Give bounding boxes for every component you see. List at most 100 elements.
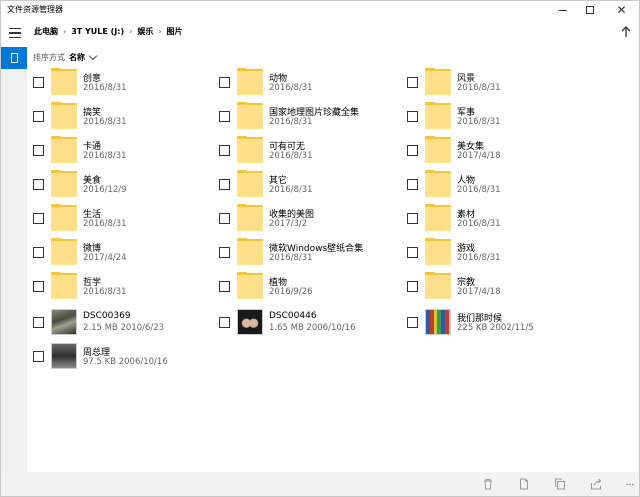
item-meta: 2016/8/31	[83, 83, 127, 93]
image-file-item[interactable]: 我们那时候 225 KB 2002/11/5	[401, 305, 586, 337]
item-checkbox[interactable]	[33, 145, 44, 156]
sort-control[interactable]: 排序方式 名称	[33, 50, 98, 64]
sort-label: 排序方式	[33, 52, 65, 62]
item-name: DSC00369	[83, 311, 131, 321]
folder-item[interactable]: 美女集 2017/4/18	[401, 133, 586, 165]
breadcrumb-item-drive[interactable]: 3T YULE (J:)	[71, 27, 124, 36]
folder-item[interactable]: 风景 2016/8/31	[401, 65, 586, 97]
breadcrumb-separator-icon: ›	[158, 27, 162, 36]
image-file-item[interactable]: DSC00369 2.15 MB 2010/6/23	[27, 305, 212, 337]
rename-button[interactable]	[517, 477, 531, 491]
item-checkbox[interactable]	[219, 111, 230, 122]
item-checkbox[interactable]	[33, 247, 44, 258]
close-button[interactable]: ✕	[608, 1, 635, 19]
folder-item[interactable]: 宗教 2017/4/18	[401, 269, 586, 301]
folder-item[interactable]: 人物 2016/8/31	[401, 167, 586, 199]
item-checkbox[interactable]	[33, 281, 44, 292]
folder-icon	[237, 272, 263, 299]
folder-icon	[237, 102, 263, 129]
copy-button[interactable]	[553, 477, 567, 491]
folder-item[interactable]: 卡通 2016/8/31	[27, 133, 212, 165]
item-checkbox[interactable]	[33, 179, 44, 190]
folder-item[interactable]: 可有可无 2016/8/31	[213, 133, 398, 165]
folder-icon	[237, 136, 263, 163]
item-checkbox[interactable]	[219, 213, 230, 224]
folder-icon	[51, 238, 77, 265]
folder-item[interactable]: 游戏 2016/8/31	[401, 235, 586, 267]
item-checkbox[interactable]	[33, 77, 44, 88]
folder-item[interactable]: 素材 2016/8/31	[401, 201, 586, 233]
folder-item[interactable]: 微博 2017/4/24	[27, 235, 212, 267]
item-checkbox[interactable]	[219, 317, 230, 328]
rail-item-this-device[interactable]	[1, 47, 27, 69]
item-checkbox[interactable]	[33, 213, 44, 224]
folder-icon	[425, 238, 451, 265]
title-bar[interactable]: 文件资源管理器 ✕	[1, 1, 639, 19]
folder-icon	[237, 238, 263, 265]
item-meta: 2016/8/31	[457, 117, 501, 127]
folder-item[interactable]: 植物 2016/9/26	[213, 269, 398, 301]
item-meta: 2016/8/31	[83, 219, 127, 229]
folder-item[interactable]: 创意 2016/8/31	[27, 65, 212, 97]
item-checkbox[interactable]	[407, 213, 418, 224]
item-checkbox[interactable]	[407, 77, 418, 88]
folder-item[interactable]: 美食 2016/12/9	[27, 167, 212, 199]
item-checkbox[interactable]	[407, 145, 418, 156]
item-meta: 225 KB 2002/11/5	[457, 323, 534, 333]
folder-item[interactable]: 收集的美图 2017/3/2	[213, 201, 398, 233]
item-checkbox[interactable]	[407, 281, 418, 292]
delete-button[interactable]	[481, 477, 495, 491]
copy-icon	[555, 478, 565, 490]
item-checkbox[interactable]	[219, 281, 230, 292]
hamburger-line-icon	[9, 27, 21, 30]
item-checkbox[interactable]	[407, 317, 418, 328]
up-button[interactable]	[619, 25, 633, 39]
item-meta: 2017/4/24	[83, 253, 127, 263]
item-checkbox[interactable]	[33, 111, 44, 122]
breadcrumb-item-entertainment[interactable]: 娱乐	[137, 26, 153, 37]
item-meta: 2017/4/18	[457, 287, 501, 297]
rename-icon	[520, 478, 528, 490]
item-checkbox[interactable]	[219, 179, 230, 190]
item-checkbox[interactable]	[33, 351, 44, 362]
image-file-item[interactable]: 周总理 97.5 KB 2006/10/16	[27, 339, 212, 371]
window-title: 文件资源管理器	[7, 5, 63, 14]
hamburger-menu-button[interactable]	[6, 25, 24, 41]
folder-item[interactable]: 其它 2016/8/31	[213, 167, 398, 199]
item-checkbox[interactable]	[219, 247, 230, 258]
breadcrumb-item-this-pc[interactable]: 此电脑	[34, 26, 58, 37]
item-checkbox[interactable]	[407, 247, 418, 258]
close-icon: ✕	[616, 3, 627, 17]
folder-item[interactable]: 国家地理图片珍藏全集 2016/8/31	[213, 99, 398, 131]
item-meta: 2016/8/31	[457, 83, 501, 93]
item-checkbox[interactable]	[407, 179, 418, 190]
folder-icon	[237, 68, 263, 95]
folder-item[interactable]: 搞笑 2016/8/31	[27, 99, 212, 131]
item-meta: 2016/8/31	[83, 117, 127, 127]
folder-item[interactable]: 生活 2016/8/31	[27, 201, 212, 233]
image-file-item[interactable]: DSC00446 1.65 MB 2006/10/16	[213, 305, 398, 337]
item-checkbox[interactable]	[219, 145, 230, 156]
folder-icon	[425, 170, 451, 197]
folder-item[interactable]: 微软Windows壁纸合集 2016/8/31	[213, 235, 398, 267]
folder-icon	[425, 136, 451, 163]
folder-item[interactable]: 军事 2016/8/31	[401, 99, 586, 131]
item-meta: 1.65 MB 2006/10/16	[269, 323, 356, 333]
item-checkbox[interactable]	[219, 77, 230, 88]
share-button[interactable]	[589, 477, 603, 491]
trash-icon	[484, 479, 492, 490]
breadcrumb-item-pictures[interactable]: 图片	[167, 26, 183, 37]
minimize-button[interactable]	[549, 1, 576, 19]
item-meta: 2016/8/31	[269, 117, 313, 127]
item-meta: 2016/8/31	[457, 185, 501, 195]
folder-icon	[425, 102, 451, 129]
item-checkbox[interactable]	[407, 111, 418, 122]
folder-item[interactable]: 哲学 2016/8/31	[27, 269, 212, 301]
maximize-button[interactable]	[576, 1, 603, 19]
folder-icon	[51, 102, 77, 129]
chevron-down-icon	[88, 51, 98, 60]
more-button[interactable]: ...	[623, 476, 637, 490]
item-checkbox[interactable]	[33, 317, 44, 328]
folder-item[interactable]: 动物 2016/8/31	[213, 65, 398, 97]
folder-icon	[425, 272, 451, 299]
